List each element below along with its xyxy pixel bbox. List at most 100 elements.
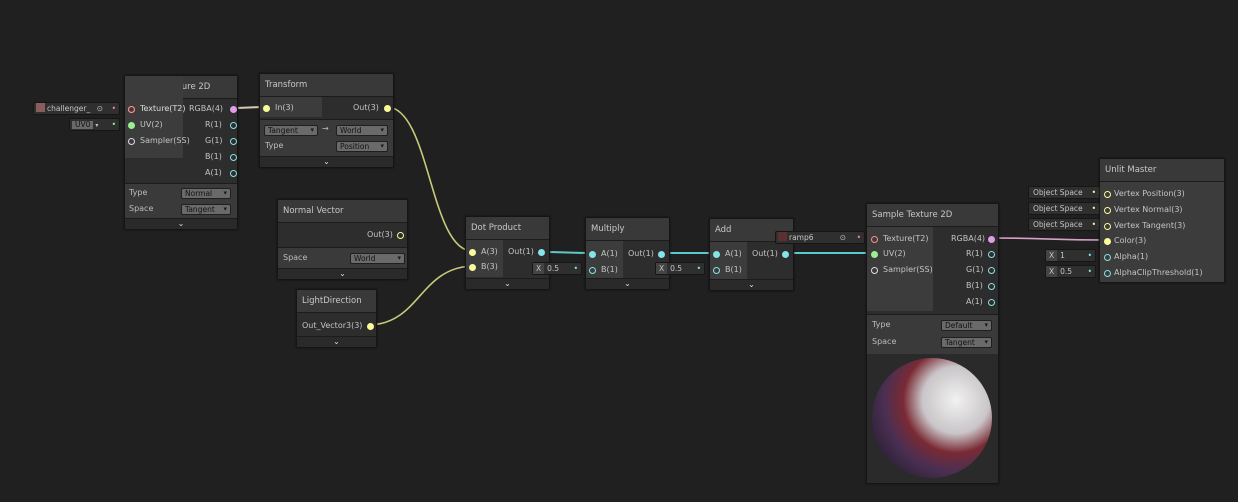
port-label: AlphaClipThreshold(1) <box>1114 268 1203 277</box>
port-label: Out(1) <box>628 249 654 258</box>
node-title: Transform <box>260 74 393 97</box>
port-a[interactable]: A(3) <box>469 245 498 259</box>
expand-chevron-down-icon[interactable]: ⌄ <box>466 278 549 289</box>
port-icon <box>397 232 404 239</box>
port-label: UV(2) <box>883 249 906 258</box>
vertex-tangent-space-field[interactable]: Object Space • <box>1028 218 1100 231</box>
expand-chevron-down-icon[interactable]: ⌄ <box>278 268 407 279</box>
expand-chevron-down-icon[interactable]: ⌄ <box>125 218 237 229</box>
port-g[interactable]: G(1) <box>205 134 237 148</box>
port-icon <box>1104 223 1111 230</box>
port-vertex-position[interactable]: Vertex Position(3) <box>1104 187 1185 201</box>
port-out[interactable]: Out(3) <box>353 101 391 115</box>
port-out[interactable]: Out(1) <box>508 245 545 259</box>
uv-dropdown[interactable]: UV0 <box>72 121 94 129</box>
port-rgba[interactable]: RGBA(4) <box>189 102 237 116</box>
type-dropdown[interactable]: Default <box>941 320 992 331</box>
node-sample-texture-2d[interactable]: Sample Texture 2D Texture(T2) Texture(T2… <box>124 75 238 230</box>
expand-chevron-down-icon[interactable]: ⌄ <box>260 156 393 167</box>
expand-chevron-down-icon[interactable]: ⌄ <box>586 278 669 289</box>
port-r[interactable]: R(1) <box>205 118 237 132</box>
object-picker-icon[interactable]: ⊙ <box>97 103 103 114</box>
node-light-direction[interactable]: LightDirection Out_Vector3(3) ⌄ <box>296 289 377 348</box>
node-normal-vector[interactable]: Normal Vector Out(3) Space World ⌄ <box>277 199 408 280</box>
alpha-clip-value-field[interactable]: X 0.5 • <box>1045 265 1096 278</box>
port-texture[interactable]: Texture(T2) <box>871 232 929 246</box>
port-sampler[interactable]: Sampler(SS) <box>128 134 190 148</box>
port-icon <box>1104 191 1111 198</box>
space-dropdown[interactable]: World <box>350 253 405 264</box>
port-out[interactable]: Out(1) <box>752 247 789 261</box>
value: 0.5 <box>670 264 683 273</box>
port-vertex-normal[interactable]: Vertex Normal(3) <box>1104 203 1183 217</box>
port-alpha[interactable]: Alpha(1) <box>1104 250 1148 264</box>
space-dropdown[interactable]: Tangent <box>941 337 992 348</box>
node-multiply[interactable]: Multiply A(1) B(1) Out(1) ⌄ <box>585 217 670 290</box>
port-label: A(1) <box>601 249 618 258</box>
node-sample-texture-2d-ramp[interactable]: Sample Texture 2D Texture(T2) UV(2) Samp… <box>866 203 999 484</box>
port-label: Texture(T2) <box>140 104 186 113</box>
port-icon <box>1104 254 1111 261</box>
port-icon <box>871 236 878 243</box>
port-icon <box>658 251 665 258</box>
port-b[interactable]: B(1) <box>966 279 995 293</box>
port-in[interactable]: In(3) <box>263 101 294 115</box>
connector-dot-icon: • <box>1091 204 1096 213</box>
port-uv[interactable]: UV(2) <box>871 247 906 261</box>
vertex-position-space-field[interactable]: Object Space • <box>1028 186 1100 199</box>
port-sampler[interactable]: Sampler(SS) <box>871 263 933 277</box>
port-out[interactable]: Out_Vector3(3) <box>302 319 374 333</box>
port-rgba[interactable]: RGBA(4) <box>951 232 995 246</box>
port-out[interactable]: Out(1) <box>628 247 665 261</box>
port-r[interactable]: R(1) <box>966 247 995 261</box>
port-b[interactable]: B(3) <box>469 260 498 274</box>
x-label: X <box>656 263 668 274</box>
node-dot-product[interactable]: Dot Product A(3) B(3) Out(1) ⌄ <box>465 216 550 290</box>
port-vertex-tangent[interactable]: Vertex Tangent(3) <box>1104 219 1185 233</box>
port-b[interactable]: B(1) <box>589 263 618 277</box>
port-label: RGBA(4) <box>951 234 986 243</box>
port-label: R(1) <box>205 120 222 129</box>
alpha-value-field[interactable]: X 1 • <box>1045 249 1096 262</box>
texture-input-field[interactable]: challenger_ ⊙ • <box>33 102 120 115</box>
port-out[interactable]: Out(3) <box>367 228 404 242</box>
expand-chevron-down-icon[interactable]: ⌄ <box>297 336 376 347</box>
port-alpha-clip[interactable]: AlphaClipThreshold(1) <box>1104 266 1203 280</box>
port-b[interactable]: B(1) <box>205 150 237 164</box>
port-a[interactable]: A(1) <box>713 247 742 261</box>
port-icon <box>871 267 878 274</box>
wire-rgba-to-master-color[interactable] <box>990 237 1107 241</box>
space-dropdown[interactable]: Tangent <box>181 204 231 215</box>
port-label: A(1) <box>205 168 222 177</box>
from-space-dropdown[interactable]: Tangent <box>264 125 318 136</box>
object-picker-icon[interactable]: ⊙ <box>840 232 846 243</box>
port-icon <box>713 251 720 258</box>
space-value: Object Space <box>1033 188 1083 197</box>
port-uv[interactable]: UV(2) <box>128 118 163 132</box>
type-dropdown[interactable]: Position <box>336 141 388 152</box>
port-b[interactable]: B(1) <box>713 263 742 277</box>
port-texture[interactable]: Texture(T2) <box>128 102 186 116</box>
to-space-dropdown[interactable]: World <box>336 125 388 136</box>
node-unlit-master[interactable]: Unlit Master Vertex Position(3) Vertex N… <box>1099 158 1225 283</box>
node-transform[interactable]: Transform In(3) Out(3) Tangent → World T… <box>259 73 394 168</box>
ramp-texture-field[interactable]: ramp6 ⊙ • <box>775 231 865 244</box>
preview-sphere[interactable] <box>867 354 998 483</box>
uv-channel-field[interactable]: UV0 ▾ • <box>69 118 120 131</box>
port-a[interactable]: A(1) <box>966 295 995 309</box>
port-icon <box>1104 238 1111 245</box>
node-add[interactable]: Add A(1) B(1) Out(1) ⌄ <box>709 218 794 291</box>
multiply-b-value-field[interactable]: X 0.5 • <box>532 262 582 275</box>
node-title: Unlit Master <box>1100 159 1224 182</box>
vertex-normal-space-field[interactable]: Object Space • <box>1028 202 1100 215</box>
port-a[interactable]: A(1) <box>205 166 237 180</box>
port-a[interactable]: A(1) <box>589 247 618 261</box>
port-label: Out_Vector3(3) <box>302 321 363 330</box>
port-g[interactable]: G(1) <box>966 263 995 277</box>
expand-chevron-down-icon[interactable]: ⌄ <box>710 279 793 290</box>
add-b-value-field[interactable]: X 0.5 • <box>655 262 705 275</box>
port-label: G(1) <box>205 136 223 145</box>
port-label: Alpha(1) <box>1114 252 1149 261</box>
type-dropdown[interactable]: Normal <box>181 188 231 199</box>
port-color[interactable]: Color(3) <box>1104 234 1146 248</box>
